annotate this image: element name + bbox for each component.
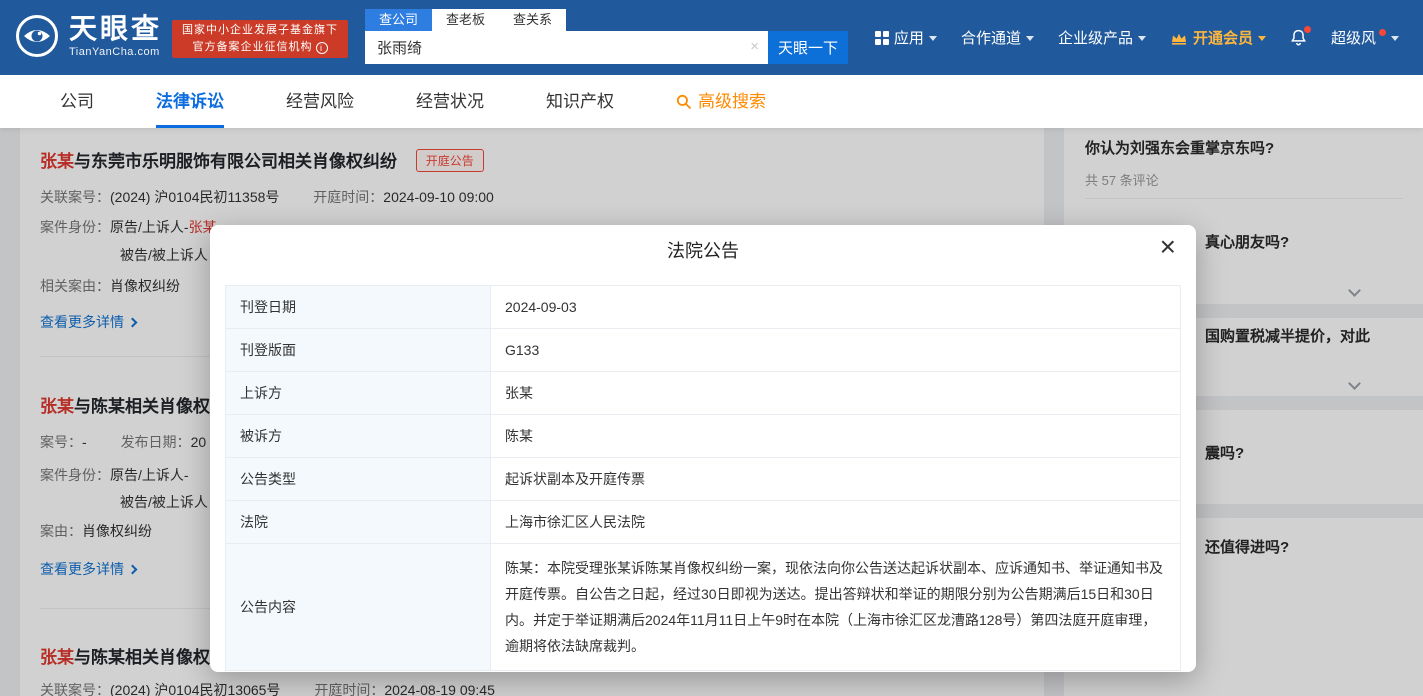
search-area: 查公司 查老板 查关系 × 天眼一下: [365, 9, 848, 64]
nav-enterprise-label: 企业级产品: [1058, 27, 1133, 48]
table-row: 被诉方 陈某: [226, 415, 1181, 458]
caret-down-icon: [1026, 36, 1034, 41]
gov-badge-line2: 官方备案企业征信机构i: [182, 39, 338, 56]
row-value: 上海市徐汇区人民法院: [491, 501, 1181, 544]
page: 天眼查 TianYanCha.com 国家中小企业发展子基金旗下 官方备案企业征…: [0, 0, 1423, 696]
search-input[interactable]: [365, 31, 768, 64]
row-label: 被诉方: [226, 415, 491, 458]
notification-badge-dot: [1304, 26, 1311, 33]
search-icon: [676, 94, 692, 110]
announcement-content: 陈某：本院受理张某诉陈某肖像权纠纷一案，现依法向你公告送达起诉状副本、应诉通知书…: [491, 544, 1181, 671]
modal-title: 法院公告: [210, 225, 1196, 263]
gov-badge-line1: 国家中小企业发展子基金旗下: [182, 22, 338, 39]
crown-icon: [1170, 31, 1188, 45]
search-tabs: 查公司 查老板 查关系: [365, 9, 566, 31]
subnav-advanced-search-label: 高级搜索: [698, 75, 766, 128]
nav-super-risk[interactable]: 超级风: [1331, 27, 1399, 48]
row-label: 上诉方: [226, 372, 491, 415]
nav-enterprise-products[interactable]: 企业级产品: [1058, 27, 1146, 48]
search-button[interactable]: 天眼一下: [768, 31, 848, 64]
subnav-operation-status[interactable]: 经营状况: [416, 75, 484, 128]
row-value: G133: [491, 329, 1181, 372]
subnav-operation-risk[interactable]: 经营风险: [286, 75, 354, 128]
subnav-intellectual-property[interactable]: 知识产权: [546, 75, 614, 128]
top-header: 天眼查 TianYanCha.com 国家中小企业发展子基金旗下 官方备案企业征…: [0, 0, 1423, 75]
clear-search-icon[interactable]: ×: [750, 38, 759, 56]
table-row: 公告类型 起诉状副本及开庭传票: [226, 458, 1181, 501]
row-label: 刊登日期: [226, 286, 491, 329]
nav-vip-membership[interactable]: 开通会员: [1170, 27, 1266, 48]
caret-down-icon: [1258, 36, 1266, 41]
search-tab-relation[interactable]: 查关系: [499, 9, 566, 31]
nav-notifications[interactable]: [1290, 29, 1307, 47]
caret-down-icon: [1138, 36, 1146, 41]
table-row: 公告内容 陈某：本院受理张某诉陈某肖像权纠纷一案，现依法向你公告送达起诉状副本、…: [226, 544, 1181, 671]
caret-down-icon: [1391, 36, 1399, 41]
row-label: 法院: [226, 501, 491, 544]
nav-apps-label: 应用: [894, 27, 924, 48]
table-row: 法院 上海市徐汇区人民法院: [226, 501, 1181, 544]
court-announcement-modal: 法院公告 × 刊登日期 2024-09-03 刊登版面 G133 上诉方 张某 …: [210, 225, 1196, 672]
nav-super-risk-label: 超级风: [1331, 27, 1376, 48]
search-tab-boss[interactable]: 查老板: [432, 9, 499, 31]
tianyancha-logo[interactable]: 天眼查 TianYanCha.com: [14, 13, 162, 59]
table-row: 刊登版面 G133: [226, 329, 1181, 372]
table-row: 上诉方 张某: [226, 372, 1181, 415]
subnav-company[interactable]: 公司: [60, 75, 94, 128]
risk-badge-dot: [1379, 29, 1386, 36]
row-label: 刊登版面: [226, 329, 491, 372]
nav-cooperation[interactable]: 合作通道: [961, 27, 1034, 48]
caret-down-icon: [929, 36, 937, 41]
row-label: 公告类型: [226, 458, 491, 501]
row-value: 起诉状副本及开庭传票: [491, 458, 1181, 501]
category-subnav: 公司 法律诉讼 经营风险 经营状况 知识产权 高级搜索: [0, 75, 1423, 128]
brand-name: 天眼查: [69, 14, 162, 44]
table-row: 刊登日期 2024-09-03: [226, 286, 1181, 329]
top-nav: 应用 合作通道 企业级产品 开通会员: [875, 0, 1399, 75]
eye-logo-icon: [14, 13, 60, 59]
nav-apps[interactable]: 应用: [875, 27, 937, 48]
search-input-wrap: ×: [365, 31, 768, 64]
logo-text: 天眼查 TianYanCha.com: [69, 14, 162, 58]
gov-certification-badge: 国家中小企业发展子基金旗下 官方备案企业征信机构i: [172, 20, 348, 58]
grid-icon: [875, 31, 889, 45]
close-icon[interactable]: ×: [1160, 231, 1176, 263]
subnav-lawsuit[interactable]: 法律诉讼: [156, 75, 224, 128]
brand-domain: TianYanCha.com: [69, 46, 162, 58]
nav-vip-label: 开通会员: [1193, 27, 1253, 48]
search-row: × 天眼一下: [365, 31, 848, 64]
row-value: 2024-09-03: [491, 286, 1181, 329]
search-tab-company[interactable]: 查公司: [365, 9, 432, 31]
nav-cooperation-label: 合作通道: [961, 27, 1021, 48]
info-icon: i: [316, 42, 328, 54]
row-value: 张某: [491, 372, 1181, 415]
subnav-advanced-search[interactable]: 高级搜索: [676, 75, 766, 128]
row-value: 陈某: [491, 415, 1181, 458]
row-label: 公告内容: [226, 544, 491, 671]
announcement-table: 刊登日期 2024-09-03 刊登版面 G133 上诉方 张某 被诉方 陈某 …: [225, 285, 1181, 671]
